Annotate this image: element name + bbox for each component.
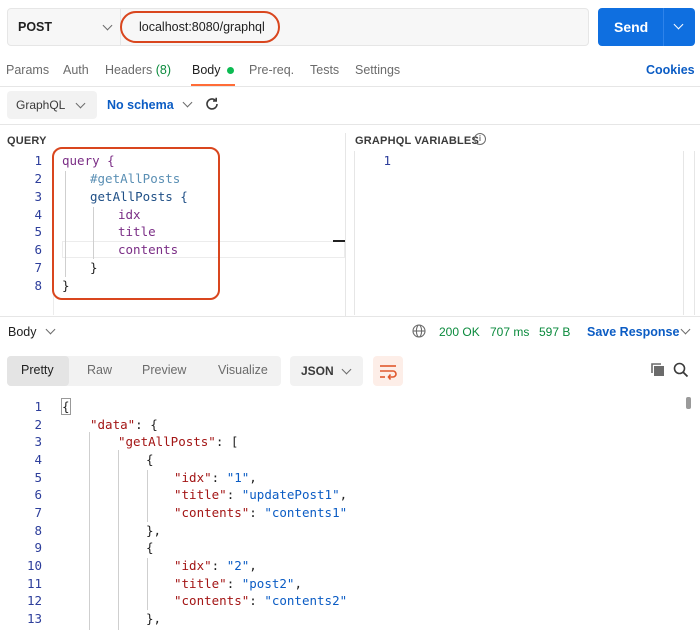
response-body-select[interactable]: Body — [8, 325, 37, 339]
tab-headers-count: (8) — [155, 63, 172, 77]
line-number: 10 — [26, 558, 42, 573]
response-size[interactable]: 597 B — [539, 325, 570, 339]
text-cursor — [333, 240, 345, 242]
line-number: 13 — [26, 611, 42, 626]
variables-scrollbar[interactable] — [683, 151, 695, 315]
line-number: 2 — [34, 417, 42, 432]
section-divider — [0, 124, 700, 125]
line-number: 3 — [34, 434, 42, 449]
line-number: 8 — [34, 523, 42, 538]
line-number: 12 — [26, 593, 42, 608]
search-icon[interactable] — [673, 362, 689, 378]
info-icon[interactable]: i — [474, 133, 486, 145]
chevron-down-icon — [341, 364, 352, 375]
tab-body[interactable]: Body — [192, 63, 221, 77]
json-line: "idx": "1", — [174, 470, 257, 485]
line-number: 1 — [34, 153, 42, 168]
line-number: 9 — [34, 540, 42, 555]
chevron-down-icon[interactable] — [673, 19, 684, 30]
wrap-lines-icon — [380, 365, 397, 380]
send-divider — [663, 8, 664, 46]
wrap-lines-button[interactable] — [373, 356, 403, 386]
send-label: Send — [614, 19, 649, 35]
response-scrollbar[interactable] — [686, 397, 691, 409]
json-line: { — [146, 452, 154, 467]
indent-guide — [89, 432, 90, 630]
request-bar: POST localhost:8080/graphql — [7, 8, 589, 46]
json-line: { — [146, 540, 154, 555]
tab-headers[interactable]: Headers (8) — [105, 63, 171, 77]
line-number: 11 — [26, 576, 42, 591]
tab-auth[interactable]: Auth — [63, 63, 89, 77]
url-highlight-ring — [120, 11, 280, 43]
method-label: POST — [18, 20, 53, 34]
query-title: QUERY — [7, 135, 47, 147]
json-line: "contents": "contents2" — [174, 593, 348, 608]
line-number: 7 — [34, 260, 42, 275]
json-line: "idx": "2", — [174, 558, 257, 573]
method-select[interactable]: POST — [8, 9, 121, 45]
tab-params[interactable]: Params — [6, 63, 49, 77]
line-number: 4 — [34, 452, 42, 467]
json-line: "data": { — [90, 417, 158, 432]
cookies-link[interactable]: Cookies — [646, 63, 695, 77]
tab-pre-request[interactable]: Pre-req. — [249, 63, 294, 77]
variables-editor[interactable] — [354, 151, 687, 315]
chevron-down-icon[interactable] — [680, 324, 691, 335]
line-number: 1 — [383, 153, 391, 168]
json-line: }, — [146, 611, 162, 626]
line-number: 6 — [34, 242, 42, 257]
tab-settings[interactable]: Settings — [355, 63, 400, 77]
indent-guide — [118, 450, 119, 630]
json-line: "title": "updatePost1", — [174, 487, 348, 502]
body-mode-select[interactable]: GraphQL — [7, 91, 97, 119]
save-response-button[interactable]: Save Response — [587, 325, 679, 339]
line-number: 4 — [34, 207, 42, 222]
chevron-down-icon[interactable] — [45, 324, 56, 335]
tab-tests[interactable]: Tests — [310, 63, 339, 77]
line-number: 7 — [34, 505, 42, 520]
response-time[interactable]: 707 ms — [490, 325, 529, 339]
json-line: "contents": "contents1" — [174, 505, 348, 520]
editor-splitter[interactable] — [345, 133, 346, 316]
chevron-down-icon — [102, 20, 113, 31]
response-divider — [0, 316, 700, 317]
tabs-divider — [0, 86, 700, 87]
schema-select[interactable]: No schema — [107, 98, 174, 112]
status-code[interactable]: 200 OK — [439, 325, 480, 339]
json-open-brace: { — [61, 398, 71, 415]
json-line: "title": "post2", — [174, 576, 302, 591]
variables-title: GRAPHQL VARIABLES — [355, 135, 480, 147]
line-number: 6 — [34, 487, 42, 502]
line-number: 1 — [34, 399, 42, 414]
format-select[interactable]: JSON — [290, 356, 363, 386]
chevron-down-icon[interactable] — [182, 97, 193, 108]
chevron-down-icon — [75, 98, 86, 109]
view-tab-pretty[interactable]: Pretty — [21, 363, 54, 377]
query-highlight-ring — [52, 147, 220, 300]
indent-guide — [147, 470, 148, 522]
line-number: 5 — [34, 224, 42, 239]
json-line: "getAllPosts": [ — [118, 434, 239, 449]
view-tab-visualize[interactable]: Visualize — [218, 363, 268, 377]
format-label: JSON — [301, 364, 334, 378]
indent-guide — [147, 558, 148, 610]
line-number: 5 — [34, 470, 42, 485]
view-tab-preview[interactable]: Preview — [142, 363, 186, 377]
tab-headers-label: Headers — [105, 63, 153, 77]
send-button[interactable]: Send — [598, 8, 695, 46]
view-tab-raw[interactable]: Raw — [87, 363, 112, 377]
refresh-icon[interactable] — [204, 96, 220, 112]
body-mode-label: GraphQL — [16, 98, 66, 112]
line-number: 2 — [34, 171, 42, 186]
json-line: }, — [146, 523, 162, 538]
line-number: 3 — [34, 189, 42, 204]
line-number: 8 — [34, 278, 42, 293]
copy-icon[interactable] — [650, 362, 666, 378]
body-status-dot — [227, 67, 234, 74]
globe-icon[interactable] — [412, 324, 426, 338]
